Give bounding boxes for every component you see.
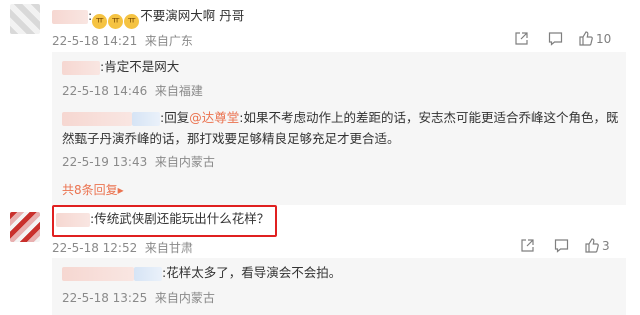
reply-meta: 22-5-19 13:43 来自内蒙古 bbox=[62, 153, 215, 170]
location: 来自甘肃 bbox=[144, 241, 193, 255]
reply-text: :肯定不是网大 bbox=[100, 59, 180, 74]
reply-line: :花样太多了，看导演会不会拍。 bbox=[62, 265, 341, 281]
user-badge bbox=[132, 111, 160, 126]
reply-text: :如果不考虑动作上的差距的话，安志杰可能更适合乔峰这个角色，既 bbox=[239, 110, 619, 125]
comment-text: 不要演网大啊 丹哥 bbox=[140, 8, 245, 23]
share-icon bbox=[515, 32, 528, 45]
like-button[interactable]: 3 bbox=[584, 238, 610, 253]
location: 来自福建 bbox=[154, 84, 203, 98]
timestamp: 22-5-19 13:43 bbox=[62, 155, 148, 169]
like-button[interactable]: 10 bbox=[578, 31, 611, 46]
like-icon bbox=[579, 31, 593, 46]
crying-emoji-icon: ㅠ bbox=[124, 14, 140, 29]
timestamp: 22-5-18 14:21 bbox=[52, 34, 138, 48]
like-icon bbox=[585, 238, 599, 253]
timestamp: 22-5-18 13:25 bbox=[62, 291, 148, 305]
comment-line: :传统武侠剧还能玩出什么花样？ bbox=[56, 211, 269, 227]
comment-line: : ㅠㅠㅠ不要演网大啊 丹哥 bbox=[52, 8, 244, 29]
share-button[interactable] bbox=[520, 238, 535, 253]
timestamp: 22-5-18 14:46 bbox=[62, 84, 148, 98]
crying-emoji-icon: ㅠ bbox=[108, 14, 124, 29]
location: 来自内蒙古 bbox=[154, 155, 215, 169]
location: 来自广东 bbox=[144, 34, 193, 48]
comment-text: :传统武侠剧还能玩出什么花样？ bbox=[90, 211, 270, 226]
comment-meta: 22-5-18 12:52 来自甘肃 bbox=[52, 239, 193, 256]
comment-icon bbox=[554, 239, 569, 253]
crying-emoji-icon: ㅠ bbox=[92, 14, 108, 29]
like-count: 3 bbox=[602, 238, 610, 253]
user-badge bbox=[134, 266, 162, 281]
timestamp: 22-5-18 12:52 bbox=[52, 241, 138, 255]
reply-meta: 22-5-18 13:25 来自内蒙古 bbox=[62, 289, 215, 306]
comment-icon bbox=[548, 32, 563, 46]
reply-text: :花样太多了，看导演会不会拍。 bbox=[162, 265, 342, 280]
comment-button[interactable] bbox=[554, 238, 569, 253]
mention-link[interactable]: @达尊堂 bbox=[189, 110, 239, 125]
username[interactable] bbox=[62, 266, 134, 281]
like-count: 10 bbox=[596, 31, 612, 46]
view-more-replies-link[interactable]: 共8条回复▸ bbox=[62, 181, 124, 198]
comment-button[interactable] bbox=[548, 31, 563, 46]
location: 来自内蒙古 bbox=[154, 291, 215, 305]
username[interactable] bbox=[62, 60, 100, 75]
reply-text-continued: 然甄子丹演乔峰的话，那打戏要足够精良足够充足才更合适。 bbox=[62, 131, 400, 146]
username[interactable] bbox=[62, 111, 132, 126]
avatar[interactable] bbox=[10, 4, 40, 34]
avatar[interactable] bbox=[10, 212, 40, 242]
reply-line: :回复@达尊堂:如果不考虑动作上的差距的话，安志杰可能更适合乔峰这个角色，既 bbox=[62, 110, 618, 126]
reply-meta: 22-5-18 14:46 来自福建 bbox=[62, 82, 203, 99]
username[interactable] bbox=[52, 9, 88, 24]
share-button[interactable] bbox=[514, 31, 529, 46]
username[interactable] bbox=[56, 212, 90, 227]
reply-line: :肯定不是网大 bbox=[62, 59, 179, 75]
comment-meta: 22-5-18 14:21 来自广东 bbox=[52, 32, 193, 49]
chevron-right-icon: ▸ bbox=[117, 183, 124, 197]
share-icon bbox=[521, 239, 534, 252]
